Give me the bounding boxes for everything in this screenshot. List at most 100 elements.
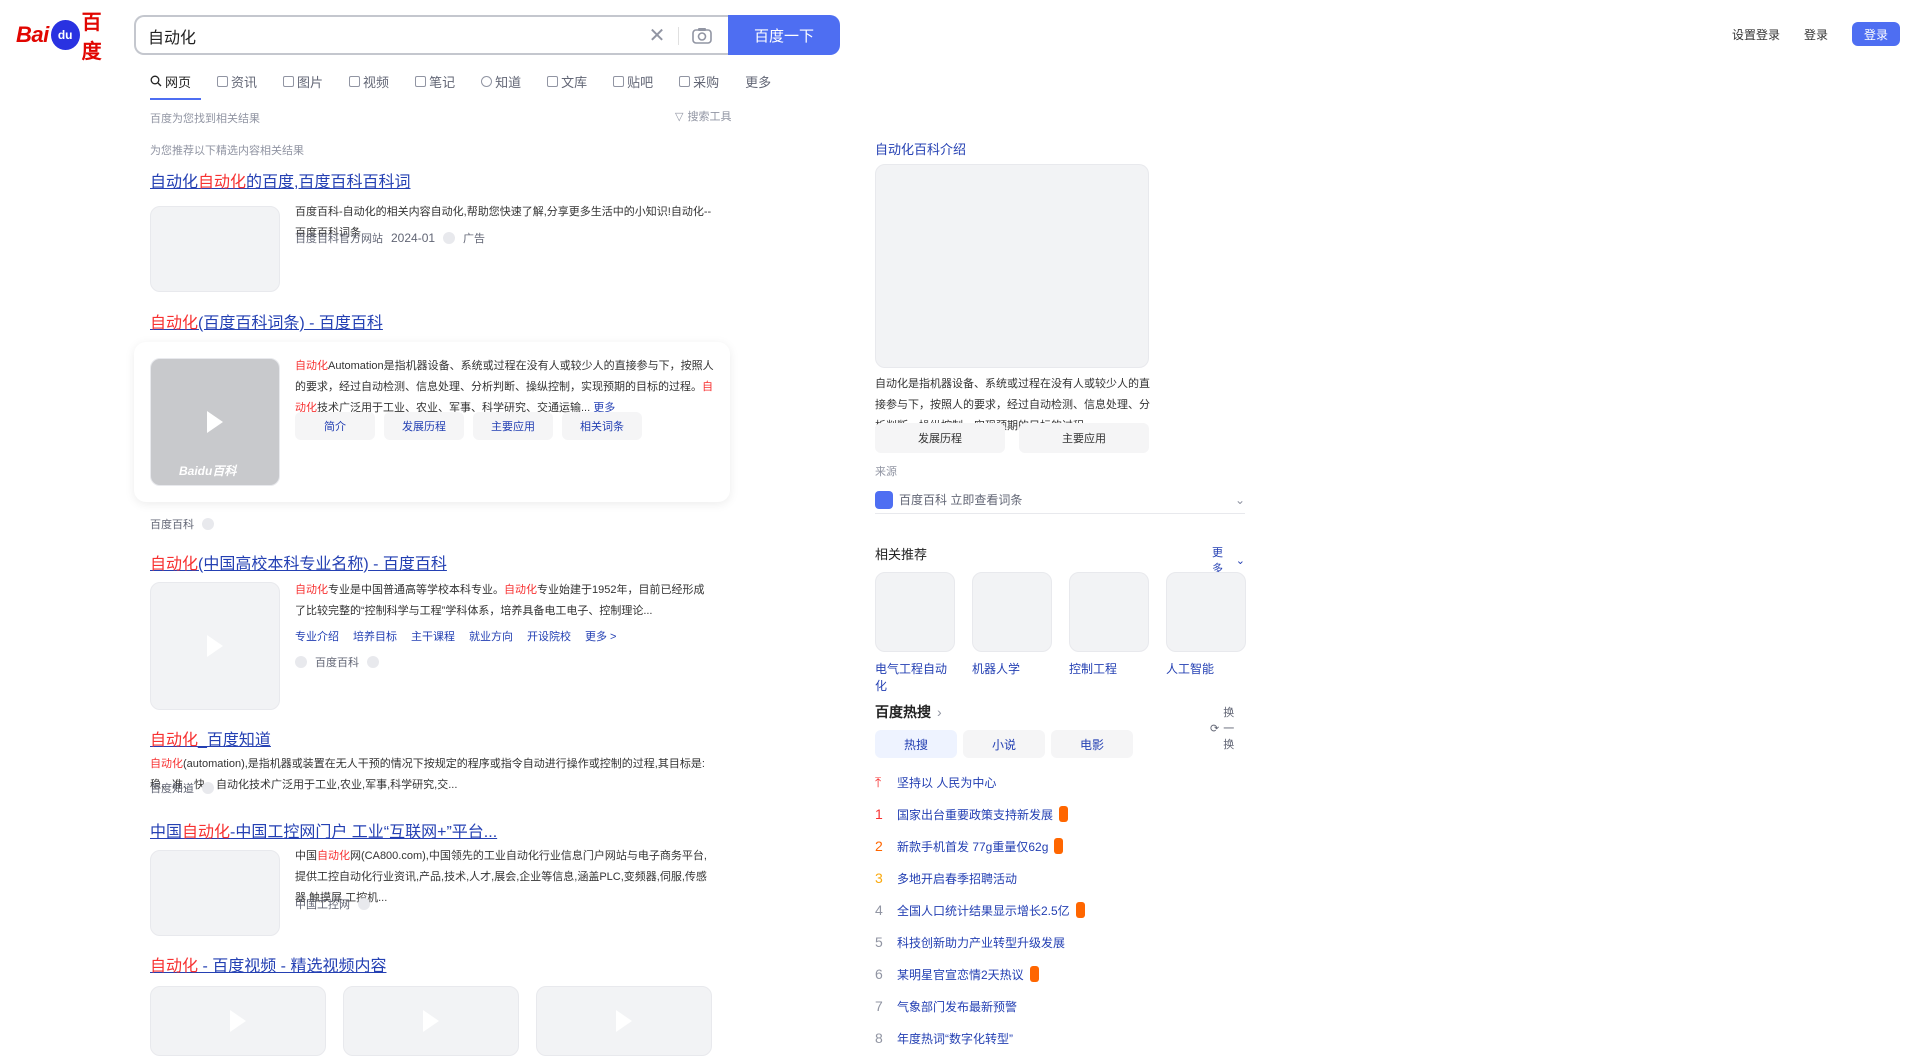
related-image [972, 572, 1052, 652]
pin-icon: ⤒ [875, 773, 882, 790]
result-title[interactable]: 自动化(中国高校本科专业名称) - 百度百科 [150, 556, 447, 573]
result-title[interactable]: 中国自动化-中国工控网门户 工业“互联网+”平台... [150, 824, 497, 841]
baike-button-history[interactable]: 发展历程 [384, 412, 464, 440]
card-title[interactable]: 自动化百科介绍 [875, 139, 966, 158]
camera-icon[interactable] [690, 24, 714, 48]
hot-item[interactable]: 5 科技创新助力产业转型升级发展 [875, 932, 1065, 952]
refresh-icon: ⟳ [1210, 722, 1220, 735]
tab-purchase[interactable]: 采购 [679, 68, 719, 94]
hot-item[interactable]: 2 新款手机首发 77g重量仅62g [875, 836, 1064, 856]
result-item: 自动化_百度知道 自动化(automation),是指机器或装置在无人干预的情况… [150, 730, 712, 795]
hot-item[interactable]: 4 全国人口统计结果显示增长2.5亿 [875, 900, 1085, 920]
baike-link-row[interactable]: 百度百科 立即查看词条 ⌄ [875, 486, 1245, 514]
sub-link[interactable]: 专业介绍 [295, 628, 339, 644]
hot-search-title[interactable]: 百度热搜 › [875, 702, 942, 722]
video-thumbnail[interactable] [150, 986, 326, 1056]
sub-link-more[interactable]: 更多 > [585, 628, 616, 644]
header: Bai du 百度 ✕ 百度一下 设置登录 登录 登录 [0, 0, 1920, 68]
tab-wenku[interactable]: 文库 [547, 68, 587, 94]
search-button[interactable]: 百度一下 [728, 15, 840, 55]
play-icon [423, 1010, 439, 1032]
play-icon [230, 1010, 246, 1032]
search-tools[interactable]: ▽ 搜索工具 [675, 108, 731, 124]
sub-links: 专业介绍 培养目标 主干课程 就业方向 开设院校 更多 > [295, 628, 616, 644]
hot-tab-novel[interactable]: 小说 [963, 730, 1045, 758]
hot-badge [1029, 966, 1039, 982]
card-button-apps[interactable]: 主要应用 [1019, 423, 1149, 453]
baike-button-intro[interactable]: 简介 [295, 412, 375, 440]
verified-icon [202, 518, 214, 530]
hot-tab-hot[interactable]: 热搜 [875, 730, 957, 758]
sub-link[interactable]: 开设院校 [527, 628, 571, 644]
hot-item[interactable]: 3 多地开启春季招聘活动 [875, 868, 1017, 888]
chevron-down-icon: ⌄ [1234, 492, 1245, 507]
tab-web[interactable]: 网页 [150, 68, 202, 100]
video-thumbnail[interactable] [536, 986, 712, 1056]
tab-video[interactable]: 视频 [349, 68, 389, 94]
card-button-history[interactable]: 发展历程 [875, 423, 1005, 453]
result-item: 自动化(中国高校本科专业名称) - 百度百科 自动化专业是中国普通高等学校本科专… [150, 554, 712, 714]
hot-tab-movie[interactable]: 电影 [1051, 730, 1133, 758]
tab-tieba[interactable]: 贴吧 [613, 68, 653, 94]
refresh-button[interactable]: ⟳ 换一换 [1210, 704, 1245, 752]
tab-more[interactable]: 更多 [745, 68, 771, 94]
hot-item[interactable]: ⤒ 坚持以 人民为中心 [875, 772, 996, 792]
hot-badge [1054, 838, 1064, 854]
related-card[interactable]: 电气工程自动化 [875, 572, 955, 694]
login-link[interactable]: 登录 [1804, 26, 1828, 43]
login-button[interactable]: 登录 [1852, 22, 1900, 46]
baidu-logo[interactable]: Bai du 百度 [16, 12, 120, 63]
result-thumbnail[interactable] [150, 206, 280, 292]
hot-item[interactable]: 7 气象部门发布最新预警 [875, 996, 1017, 1016]
video-thumbnail[interactable] [150, 582, 280, 710]
search-input[interactable] [148, 25, 608, 47]
hot-item[interactable]: 1 国家出台重要政策支持新发展 [875, 804, 1069, 824]
related-card[interactable]: 机器人学 [972, 572, 1052, 677]
result-title[interactable]: 自动化(百度百科词条) - 百度百科 [150, 315, 383, 332]
cart-icon [679, 75, 691, 87]
related-card[interactable]: 人工智能 [1166, 572, 1246, 677]
question-icon [481, 75, 493, 87]
video-thumbnail[interactable]: Baidu百科 [150, 358, 280, 486]
card-image[interactable] [875, 164, 1149, 368]
filter-icon: ▽ [675, 110, 684, 123]
result-title[interactable]: 自动化_百度知道 [150, 732, 271, 749]
related-card[interactable]: 控制工程 [1069, 572, 1149, 677]
search-tabs: 网页 资讯 图片 视频 笔记 知道 文库 贴吧 采购 更多 [150, 68, 771, 100]
baike-button-related[interactable]: 相关词条 [562, 412, 642, 440]
related-image [1166, 572, 1246, 652]
tab-zhidao[interactable]: 知道 [481, 68, 521, 94]
play-icon [207, 411, 223, 433]
shield-icon [875, 490, 893, 509]
paw-icon: du [50, 20, 80, 50]
hot-item[interactable]: 6 某明星官宣恋情2天热议 [875, 964, 1039, 984]
result-title[interactable]: 自动化自动化的百度,百度百科百科词 [150, 174, 410, 191]
tab-notes[interactable]: 笔记 [415, 68, 455, 94]
source-label: 来源 [875, 466, 897, 478]
close-icon[interactable]: ✕ [646, 25, 668, 47]
hot-item[interactable]: 8 年度热词“数字化转型” [875, 1028, 1013, 1048]
play-icon [616, 1010, 632, 1032]
document-icon [547, 75, 559, 87]
related-image [1069, 572, 1149, 652]
result-snippet: 自动化(automation),是指机器或装置在无人干预的情况下按规定的程序或指… [150, 758, 705, 791]
source-avatar [295, 656, 307, 668]
chevron-down-icon: ⌄ [1235, 554, 1245, 567]
verified-icon [202, 782, 214, 794]
sub-link[interactable]: 主干课程 [411, 628, 455, 644]
tab-images[interactable]: 图片 [283, 68, 323, 94]
tab-news[interactable]: 资讯 [217, 68, 257, 94]
video-thumbnail[interactable] [343, 986, 519, 1056]
result-source: 百度百科 [295, 654, 379, 670]
settings-link[interactable]: 设置登录 [1732, 26, 1780, 43]
result-thumbnail[interactable] [150, 850, 280, 936]
sub-link[interactable]: 培养目标 [353, 628, 397, 644]
result-source: 中国工控网 [295, 896, 370, 912]
result-title[interactable]: 自动化 - 百度视频 - 精选视频内容 [150, 958, 386, 975]
result-item: 自动化 - 百度视频 - 精选视频内容 [150, 956, 712, 1056]
verified-icon [367, 656, 379, 668]
verified-icon [358, 898, 370, 910]
sub-link[interactable]: 就业方向 [469, 628, 513, 644]
related-title: 相关推荐 [875, 547, 928, 562]
baike-button-apps[interactable]: 主要应用 [473, 412, 553, 440]
